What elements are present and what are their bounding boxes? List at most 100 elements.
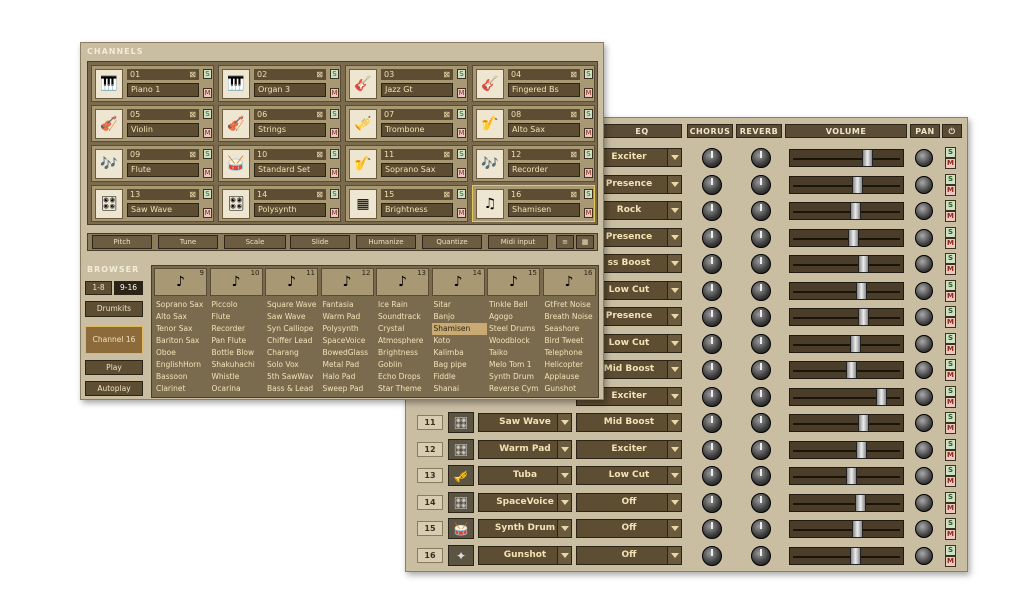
instrument-item[interactable]: Charang: [265, 347, 320, 359]
close-icon[interactable]: ⊠: [570, 149, 577, 160]
close-icon[interactable]: ⊠: [443, 189, 450, 200]
close-icon[interactable]: ⊠: [443, 69, 450, 80]
close-icon[interactable]: ⊠: [316, 109, 323, 120]
solo-button[interactable]: S: [945, 226, 956, 238]
instrument-dropdown[interactable]: SpaceVoice: [478, 492, 572, 512]
instrument-item[interactable]: Sweep Pad: [321, 383, 376, 395]
solo-button[interactable]: S: [945, 332, 956, 344]
mute-button[interactable]: M: [203, 208, 212, 218]
instrument-item[interactable]: Shamisen: [431, 323, 487, 335]
close-icon[interactable]: ⊠: [443, 109, 450, 120]
chorus-knob[interactable]: [702, 519, 722, 539]
channel-name[interactable]: Piano 1: [127, 83, 199, 97]
tool-slide-button[interactable]: Slide: [290, 235, 350, 249]
eq-dropdown[interactable]: Off: [576, 545, 682, 565]
channel-cell[interactable]: 🎛 13 ⊠ Saw Wave S M: [91, 185, 214, 222]
close-icon[interactable]: ⊠: [189, 109, 196, 120]
channel-name[interactable]: Strings: [254, 123, 326, 137]
solo-button[interactable]: S: [945, 147, 956, 158]
pan-knob[interactable]: [915, 202, 933, 220]
instrument-item[interactable]: Soundtrack: [376, 311, 431, 323]
instrument-item[interactable]: Shanai: [432, 383, 487, 395]
chorus-knob[interactable]: [702, 360, 722, 380]
channel-cell[interactable]: 🎷 08 ⊠ Alto Sax S M: [472, 105, 595, 142]
instrument-item[interactable]: Tenor Sax: [154, 323, 209, 335]
instrument-item[interactable]: Bag pipe: [432, 359, 487, 371]
close-icon[interactable]: ⊠: [316, 189, 323, 200]
volume-fader[interactable]: [789, 520, 904, 538]
mute-button[interactable]: M: [945, 555, 956, 567]
instrument-item[interactable]: Oboe: [154, 347, 209, 359]
fader-handle[interactable]: [858, 255, 869, 273]
pan-knob[interactable]: [915, 334, 933, 353]
chorus-knob[interactable]: [702, 413, 722, 433]
channel-cell[interactable]: 🎻 06 ⊠ Strings S M: [218, 105, 341, 142]
mute-button[interactable]: M: [945, 502, 956, 514]
volume-fader[interactable]: [789, 361, 904, 379]
instrument-item[interactable]: Bariton Sax: [154, 335, 209, 347]
solo-button[interactable]: S: [584, 189, 593, 199]
channel-name[interactable]: Jazz Gt: [381, 83, 453, 97]
instrument-item[interactable]: EnglishHorn: [154, 359, 209, 371]
fader-handle[interactable]: [852, 175, 863, 194]
reverb-knob[interactable]: [751, 492, 771, 513]
fader-handle[interactable]: [850, 334, 861, 353]
pan-knob[interactable]: [915, 175, 933, 194]
chorus-knob[interactable]: [702, 201, 722, 221]
instrument-item[interactable]: Goblin: [376, 359, 431, 371]
instrument-item[interactable]: Halo Pad: [321, 371, 376, 383]
channel-name[interactable]: Shamisen: [508, 203, 580, 217]
instrument-item[interactable]: Atmosphere: [376, 335, 431, 347]
close-icon[interactable]: ⊠: [189, 189, 196, 200]
instrument-item[interactable]: Square Wave: [265, 299, 320, 311]
solo-button[interactable]: S: [457, 149, 466, 159]
pan-knob[interactable]: [915, 440, 933, 459]
chorus-knob[interactable]: [702, 545, 722, 566]
grid-view-icon[interactable]: ▦: [576, 235, 594, 249]
instrument-item[interactable]: Echo Drops: [376, 371, 431, 383]
channel-name[interactable]: Fingered Bs: [508, 83, 580, 97]
fader-handle[interactable]: [846, 467, 857, 485]
mute-button[interactable]: M: [945, 396, 956, 408]
channel-cell[interactable]: 🎸 04 ⊠ Fingered Bs S M: [472, 65, 595, 102]
category-icon[interactable]: ♪ 11: [265, 268, 318, 296]
solo-button[interactable]: S: [457, 189, 466, 199]
mute-button[interactable]: M: [945, 343, 956, 355]
mute-button[interactable]: M: [945, 476, 956, 487]
play-button[interactable]: Play: [85, 360, 143, 375]
instrument-item[interactable]: SpaceVoice: [321, 335, 376, 347]
fader-handle[interactable]: [858, 308, 869, 326]
channel-cell[interactable]: 🎷 11 ⊠ Soprano Sax S M: [345, 145, 468, 182]
instrument-item[interactable]: Ocarina: [210, 383, 265, 395]
instrument-item[interactable]: Star Theme: [376, 383, 431, 395]
solo-button[interactable]: S: [457, 109, 466, 119]
channel-name[interactable]: Soprano Sax: [381, 163, 453, 177]
chorus-knob[interactable]: [702, 227, 722, 248]
mute-button[interactable]: M: [945, 290, 956, 302]
solo-button[interactable]: S: [945, 412, 956, 423]
category-icon[interactable]: ♪ 15: [487, 268, 540, 296]
instrument-item[interactable]: Steel Drums: [487, 323, 542, 335]
category-icon[interactable]: ♪ 12: [320, 268, 374, 296]
instrument-item[interactable]: Clarinet: [154, 383, 209, 395]
instrument-item[interactable]: Woodblock: [487, 335, 542, 347]
instrument-dropdown[interactable]: Synth Drum: [478, 519, 572, 538]
channel-cell[interactable]: 🎸 03 ⊠ Jazz Gt S M: [345, 65, 468, 102]
channel-name[interactable]: Brightness: [381, 203, 453, 217]
reverb-knob[interactable]: [751, 227, 771, 248]
instrument-item[interactable]: BowedGlass: [321, 347, 376, 359]
pan-knob[interactable]: [915, 493, 933, 512]
mute-button[interactable]: M: [330, 168, 339, 178]
mute-button[interactable]: M: [945, 237, 956, 249]
close-icon[interactable]: ⊠: [570, 189, 577, 200]
solo-button[interactable]: S: [203, 149, 212, 159]
instrument-dropdown[interactable]: Saw Wave: [478, 413, 572, 432]
solo-button[interactable]: S: [584, 109, 593, 119]
instrument-item[interactable]: Kalimba: [432, 347, 487, 359]
pan-knob[interactable]: [915, 387, 933, 406]
instrument-item[interactable]: Soprano Sax: [154, 299, 209, 311]
close-icon[interactable]: ⊠: [570, 109, 577, 120]
pan-knob[interactable]: [915, 149, 933, 167]
reverb-knob[interactable]: [751, 174, 771, 195]
mute-button[interactable]: M: [945, 449, 956, 461]
